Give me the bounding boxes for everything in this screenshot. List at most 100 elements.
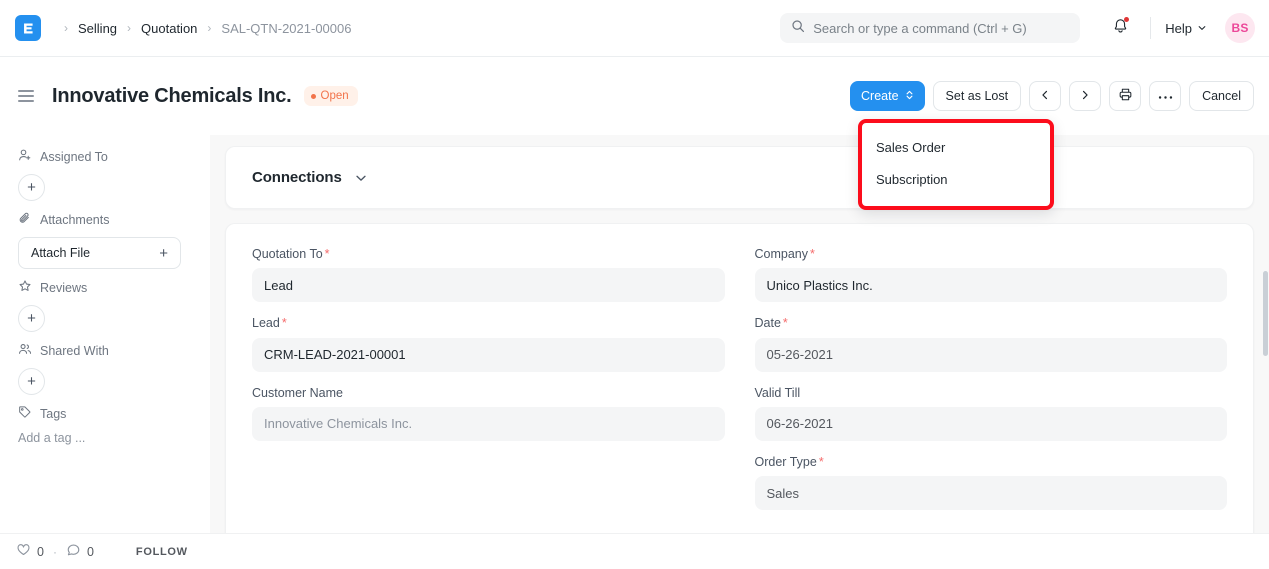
footer-separator: · <box>53 545 57 559</box>
attach-file-label: Attach File <box>31 246 90 260</box>
like-button[interactable]: 0 <box>16 542 44 562</box>
printer-icon <box>1118 87 1133 105</box>
page-scrollbar[interactable] <box>1263 271 1268 356</box>
sidebar-group-shared-with: Shared With + <box>18 342 194 395</box>
input-quotation-to[interactable]: Lead <box>252 268 725 302</box>
label-text: Company <box>755 247 809 261</box>
breadcrumb: › Selling › Quotation › SAL-QTN-2021-000… <box>55 19 352 38</box>
page-actions: Create Sales Order Subscription Set as L… <box>850 81 1269 111</box>
form-column-left: Quotation To* Lead Lead* CRM-LEAD-2021-0… <box>252 246 725 526</box>
status-badge: Open <box>304 86 358 106</box>
sidebar-heading-assigned-to: Assigned To <box>18 148 194 165</box>
chevron-down-icon[interactable] <box>354 171 368 185</box>
connections-title: Connections <box>252 169 342 186</box>
breadcrumb-item-quotation[interactable]: Quotation <box>140 19 198 38</box>
navbar-right-group: Help BS <box>780 0 1269 56</box>
input-valid-till[interactable]: 06-26-2021 <box>755 407 1228 441</box>
field-quotation-to: Quotation To* Lead <box>252 246 725 302</box>
required-marker: * <box>819 455 824 469</box>
cancel-button[interactable]: Cancel <box>1189 81 1254 111</box>
label-company: Company* <box>755 246 1228 262</box>
page-body: Assigned To + Attachments Attach File + <box>0 135 1269 569</box>
avatar[interactable]: BS <box>1225 13 1255 43</box>
create-button-wrapper: Create Sales Order Subscription <box>850 81 925 111</box>
sidebar-label-attachments: Attachments <box>40 213 109 227</box>
breadcrumb-item-document-id[interactable]: SAL-QTN-2021-00006 <box>220 19 352 38</box>
tag-icon <box>18 405 32 422</box>
add-assignment-button[interactable]: + <box>18 174 45 201</box>
document-footer: 0 · 0 FOLLOW <box>0 533 1269 569</box>
required-marker: * <box>325 247 330 261</box>
field-lead: Lead* CRM-LEAD-2021-00001 <box>252 315 725 371</box>
users-icon <box>18 342 32 359</box>
star-icon <box>18 279 32 296</box>
status-dot-icon <box>311 94 316 99</box>
search-box[interactable] <box>780 13 1080 43</box>
label-text: Order Type <box>755 455 817 469</box>
field-order-type: Order Type* Sales <box>755 454 1228 510</box>
paperclip-icon <box>18 211 32 228</box>
sidebar-heading-shared-with: Shared With <box>18 342 194 359</box>
label-text: Lead <box>252 316 280 330</box>
chevron-left-icon <box>1039 89 1051 104</box>
form-main: Connections Quotation To* Lead <box>210 135 1269 569</box>
sidebar-label-shared-with: Shared With <box>40 344 109 358</box>
breadcrumb-item-selling[interactable]: Selling <box>77 19 118 38</box>
input-company[interactable]: Unico Plastics Inc. <box>755 268 1228 302</box>
chevron-up-down-icon <box>905 89 914 104</box>
field-valid-till: Valid Till 06-26-2021 <box>755 385 1228 441</box>
form-column-right: Company* Unico Plastics Inc. Date* 05-26… <box>755 246 1228 526</box>
help-menu-button[interactable]: Help <box>1165 21 1207 36</box>
search-input[interactable] <box>813 21 1069 36</box>
create-button-label: Create <box>861 89 899 103</box>
comment-button[interactable]: 0 <box>66 542 94 562</box>
next-document-button[interactable] <box>1069 81 1101 111</box>
dropdown-item-subscription[interactable]: Subscription <box>862 164 1050 196</box>
attach-file-button[interactable]: Attach File + <box>18 237 181 269</box>
plus-icon: + <box>159 245 168 262</box>
sidebar-heading-reviews: Reviews <box>18 279 194 296</box>
sidebar-group-assigned-to: Assigned To + <box>18 148 194 201</box>
tag-input[interactable]: Add a tag ... <box>18 431 194 445</box>
breadcrumb-separator-1: › <box>127 22 131 34</box>
comment-icon <box>66 542 81 562</box>
required-marker: * <box>783 316 788 330</box>
erpnext-logo-icon[interactable] <box>15 15 41 41</box>
navbar-divider <box>1150 17 1151 39</box>
set-as-lost-button[interactable]: Set as Lost <box>933 81 1022 111</box>
dropdown-item-sales-order[interactable]: Sales Order <box>862 132 1050 164</box>
label-text: Quotation To <box>252 247 323 261</box>
page-title: Innovative Chemicals Inc. <box>52 85 292 108</box>
sidebar-label-tags: Tags <box>40 407 66 421</box>
input-date[interactable]: 05-26-2021 <box>755 338 1228 372</box>
more-actions-button[interactable] <box>1149 81 1181 111</box>
required-marker: * <box>282 316 287 330</box>
notifications-button[interactable] <box>1104 12 1136 44</box>
label-order-type: Order Type* <box>755 454 1228 470</box>
label-quotation-to: Quotation To* <box>252 246 725 262</box>
add-review-button[interactable]: + <box>18 305 45 332</box>
create-button[interactable]: Create <box>850 81 925 111</box>
hamburger-menu-icon[interactable] <box>18 90 34 102</box>
input-lead[interactable]: CRM-LEAD-2021-00001 <box>252 338 725 372</box>
print-button[interactable] <box>1109 81 1141 111</box>
add-share-button[interactable]: + <box>18 368 45 395</box>
heart-icon <box>16 542 31 562</box>
label-valid-till: Valid Till <box>755 385 1228 401</box>
create-dropdown-menu: Sales Order Subscription <box>858 119 1054 210</box>
app-root: › Selling › Quotation › SAL-QTN-2021-000… <box>0 0 1269 569</box>
comment-count: 0 <box>87 545 94 559</box>
sidebar-heading-attachments: Attachments <box>18 211 194 228</box>
chevron-right-icon <box>1079 89 1091 104</box>
previous-document-button[interactable] <box>1029 81 1061 111</box>
breadcrumb-separator-0: › <box>64 22 68 34</box>
sidebar-heading-tags: Tags <box>18 405 194 422</box>
page-header: Innovative Chemicals Inc. Open Create Sa… <box>0 57 1269 135</box>
follow-button[interactable]: FOLLOW <box>136 546 188 558</box>
input-order-type[interactable]: Sales <box>755 476 1228 510</box>
form-sidebar: Assigned To + Attachments Attach File + <box>0 135 210 569</box>
top-navbar: › Selling › Quotation › SAL-QTN-2021-000… <box>0 0 1269 57</box>
input-customer-name[interactable]: Innovative Chemicals Inc. <box>252 407 725 441</box>
required-marker: * <box>810 247 815 261</box>
label-date: Date* <box>755 315 1228 331</box>
